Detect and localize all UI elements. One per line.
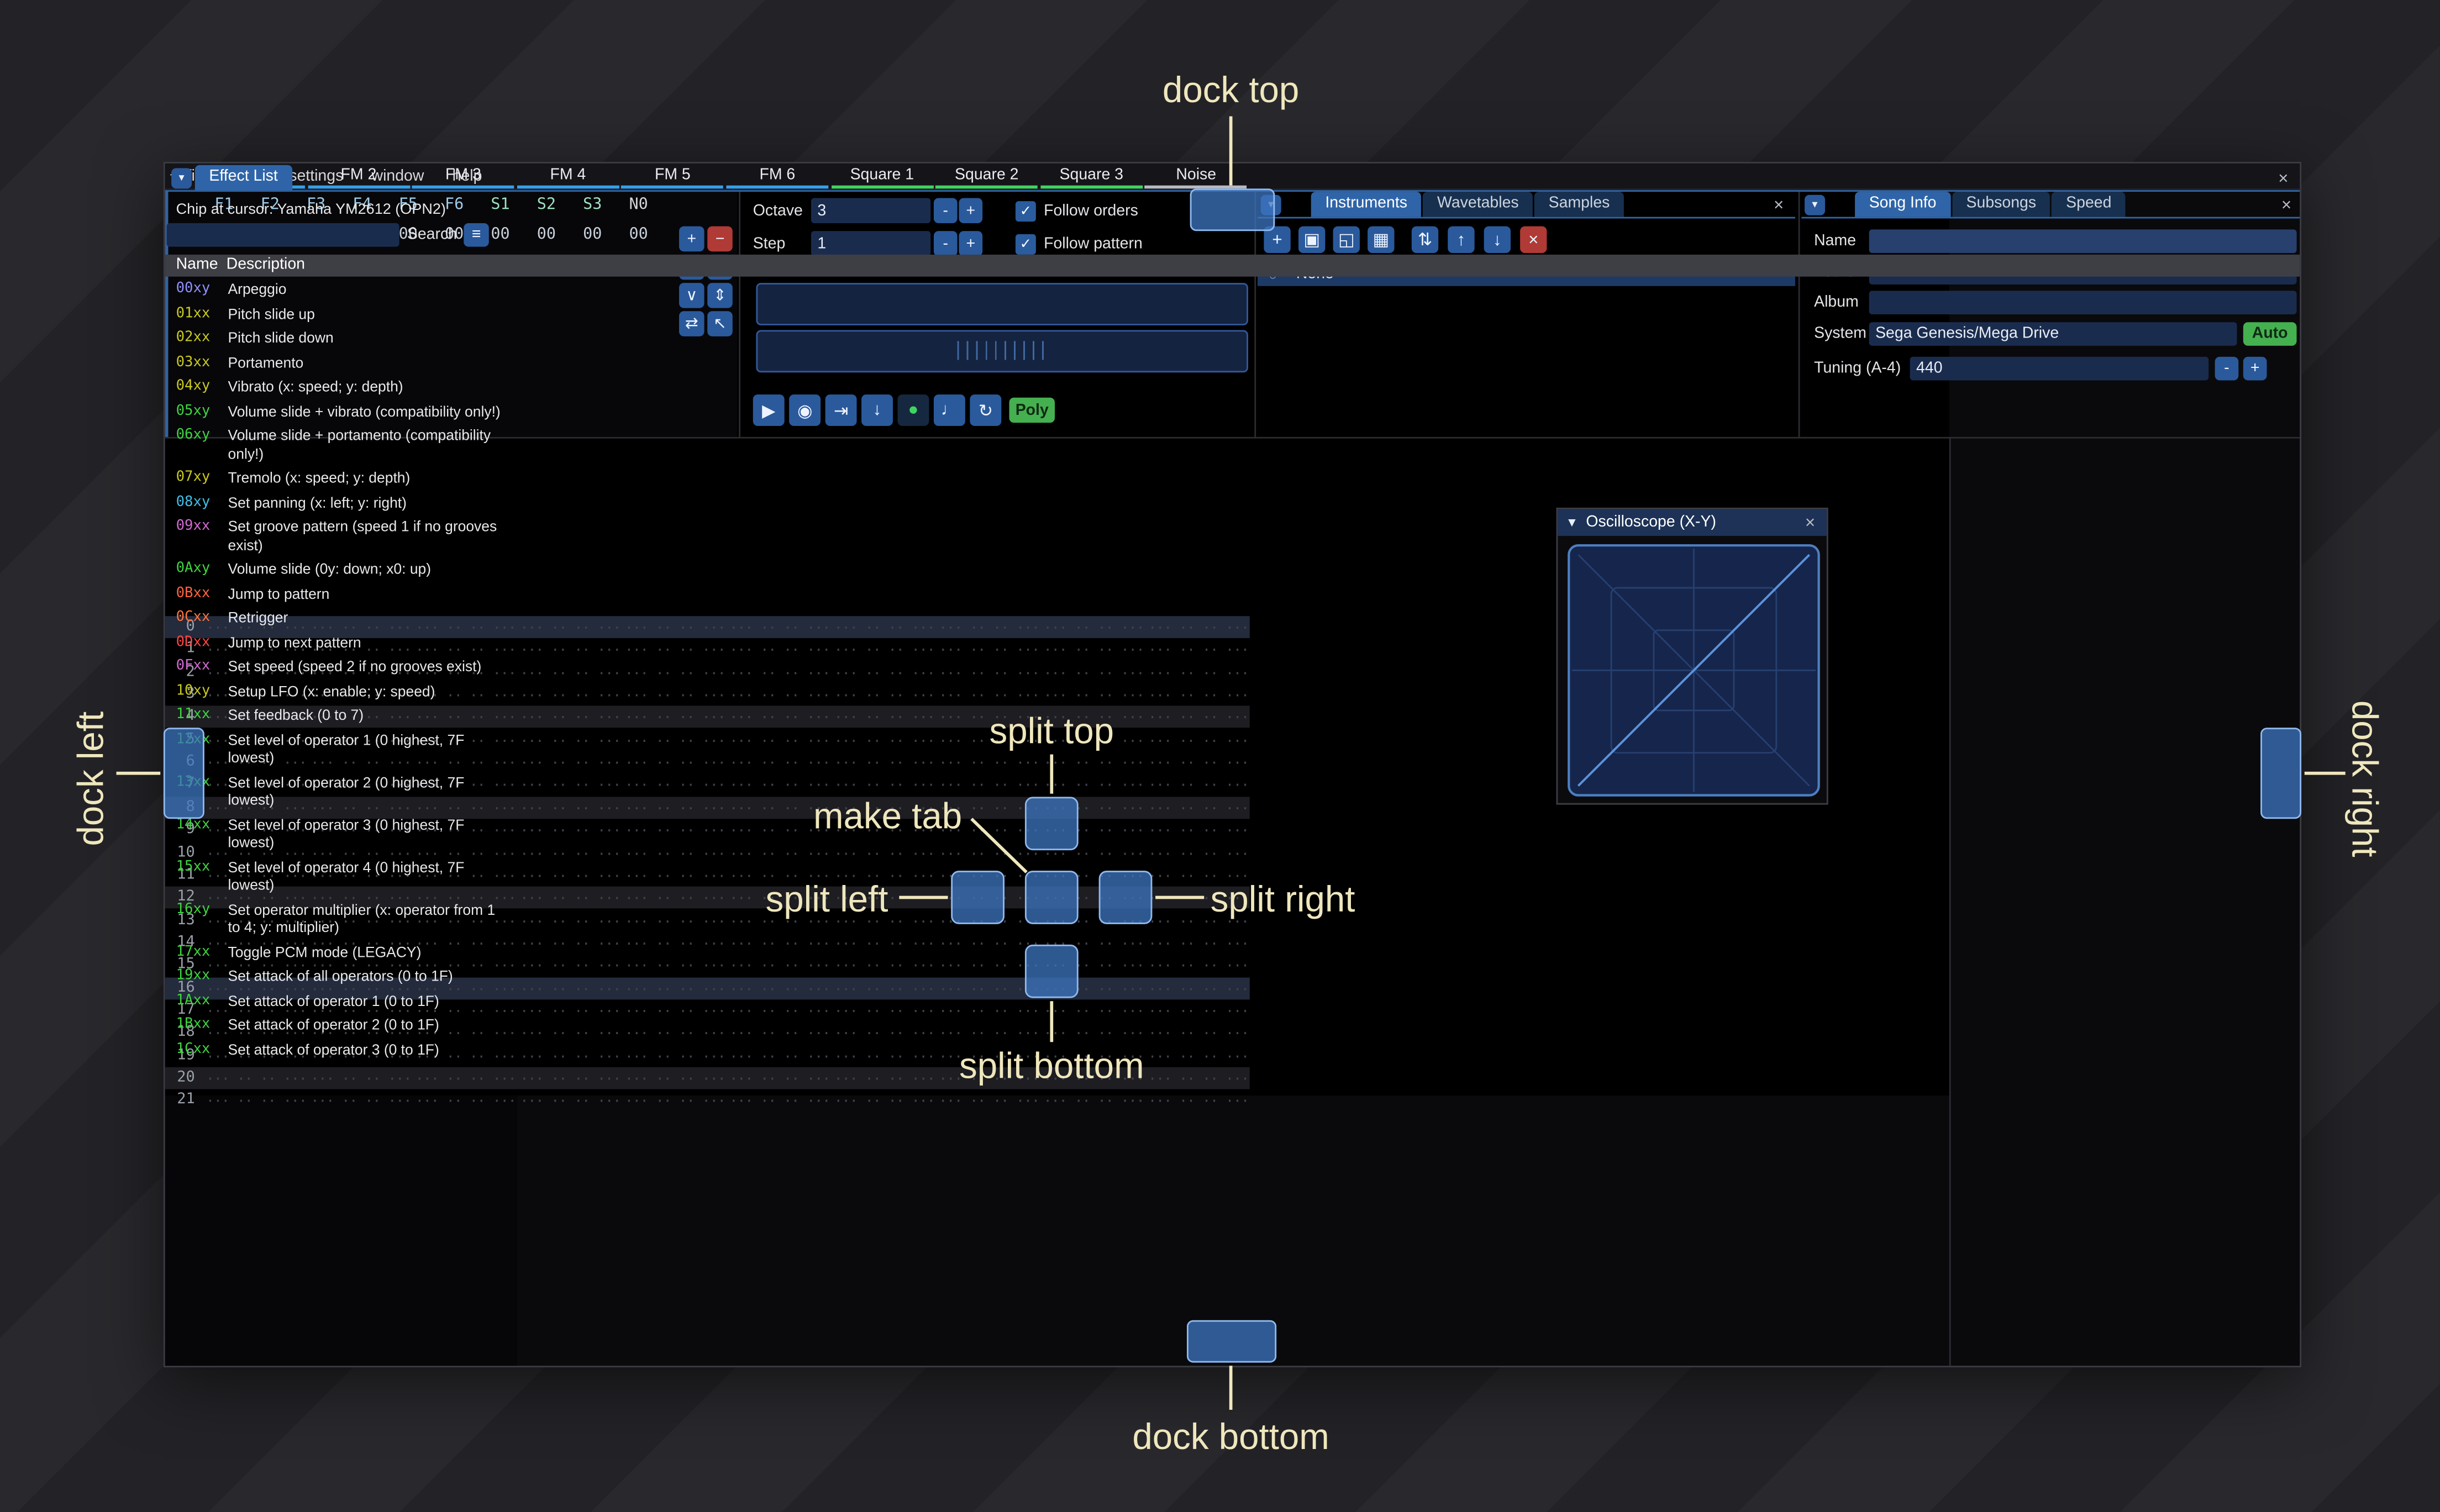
effect-list: 00xy Arpeggio 01xx Pitch slide up 02xx Pitch …	[176, 281, 501, 1057]
split-right-target[interactable]	[1098, 871, 1153, 924]
octave-decrease-button[interactable]: -	[933, 198, 958, 223]
split-top-target[interactable]	[1024, 797, 1079, 851]
dock-top-label: dock top	[1162, 69, 1300, 110]
instrument-folders-button[interactable]: ⇅	[1411, 226, 1439, 254]
orders-column-header: S1	[491, 196, 510, 214]
oscilloscope-titlebar[interactable]: ▼ Oscilloscope (X-Y) ×	[1558, 509, 1827, 536]
instruments-tabbar: Instruments Wavetables Samples	[1311, 190, 1624, 217]
dock-right-label: dock right	[2344, 700, 2386, 857]
follow-pattern-checkbox[interactable]: ✓	[1015, 234, 1036, 255]
duplicate-instrument-button[interactable]: ▣	[1298, 226, 1326, 254]
orders-column-header: N0	[629, 196, 648, 214]
move-instrument-down-button[interactable]: ↓	[1484, 226, 1511, 254]
move-instrument-up-button[interactable]: ↑	[1448, 226, 1475, 254]
orders-cell[interactable]: 00	[616, 226, 661, 244]
orders-column-header: S3	[583, 196, 602, 214]
desktop-background: fileeditsettingswindowhelp F1F2F3F4F5F6S…	[0, 0, 2440, 1512]
follow-orders-checkbox[interactable]: ✓	[1015, 201, 1036, 222]
oscilloscope-title: Oscilloscope (X-Y)	[1586, 514, 1716, 531]
split-bottom-target[interactable]	[1024, 944, 1079, 998]
window-menu-icon[interactable]: ▼	[1805, 194, 1826, 215]
make-tab-target[interactable]	[1024, 871, 1079, 924]
check-icon: ✓	[1019, 203, 1032, 219]
remove-order-button[interactable]: −	[707, 226, 733, 252]
dock-right-target[interactable]	[2260, 728, 2302, 819]
tab-wavetables[interactable]: Wavetables	[1423, 192, 1533, 217]
make-tab-label: make tab	[813, 795, 963, 836]
split-left-label: split left	[765, 878, 888, 920]
split-top-label: split top	[989, 710, 1114, 751]
song-info-tabbar: Song Info Subsongs Speed	[1855, 190, 2126, 217]
add-order-button[interactable]: +	[679, 226, 704, 252]
effect-list-panel: ▼ Effect List × Chip at cursor: Yamaha Y…	[165, 165, 2300, 1366]
step-decrease-button[interactable]: -	[933, 231, 958, 256]
furnace-window: fileeditsettingswindowhelp F1F2F3F4F5F6S…	[163, 162, 2302, 1368]
orders-cell[interactable]: 00	[570, 226, 616, 244]
orders-cell[interactable]: 00	[524, 226, 570, 244]
octave-label: Octave	[753, 203, 803, 220]
step-label: Step	[753, 235, 786, 254]
dock-bottom-target[interactable]	[1186, 1320, 1277, 1363]
octave-increase-button[interactable]: +	[959, 198, 983, 223]
tab-speed[interactable]: Speed	[2052, 192, 2126, 217]
split-left-target[interactable]	[951, 871, 1005, 924]
tab-samples[interactable]: Samples	[1534, 192, 1624, 217]
split-bottom-label: split bottom	[959, 1045, 1144, 1086]
orders-column-header: S2	[537, 196, 556, 214]
dock-bottom-label: dock bottom	[1132, 1416, 1329, 1457]
oscilloscope-xy-display	[1568, 544, 1820, 797]
step-increase-button[interactable]: +	[959, 231, 983, 256]
dock-left-label: dock left	[70, 711, 111, 846]
oscilloscope-window[interactable]: ▼ Oscilloscope (X-Y) ×	[1556, 507, 1828, 805]
delete-instrument-button[interactable]: ×	[1520, 226, 1547, 254]
octave-input[interactable]	[811, 198, 931, 223]
tab-instruments[interactable]: Instruments	[1311, 192, 1422, 217]
name-field[interactable]	[1869, 229, 2297, 254]
check-icon: ✓	[1019, 235, 1032, 252]
close-icon[interactable]: ×	[1800, 512, 1821, 533]
save-instrument-button[interactable]: ▦	[1368, 226, 1395, 254]
follow-orders-label: Follow orders	[1044, 203, 1138, 220]
tab-subsongs[interactable]: Subsongs	[1952, 192, 2050, 217]
dock-left-target[interactable]	[163, 728, 204, 819]
name-label: Name	[1814, 233, 1857, 250]
collapse-icon[interactable]: ▼	[1566, 515, 1579, 530]
dock-top-target[interactable]	[1190, 188, 1275, 231]
split-right-label: split right	[1210, 878, 1355, 920]
close-icon[interactable]: ×	[2276, 195, 2297, 215]
close-icon[interactable]: ×	[1769, 195, 1789, 215]
step-input[interactable]	[811, 231, 931, 256]
open-instrument-button[interactable]: ◱	[1333, 226, 1360, 254]
tab-song-info[interactable]: Song Info	[1855, 192, 1951, 217]
follow-pattern-label: Follow pattern	[1044, 235, 1143, 254]
